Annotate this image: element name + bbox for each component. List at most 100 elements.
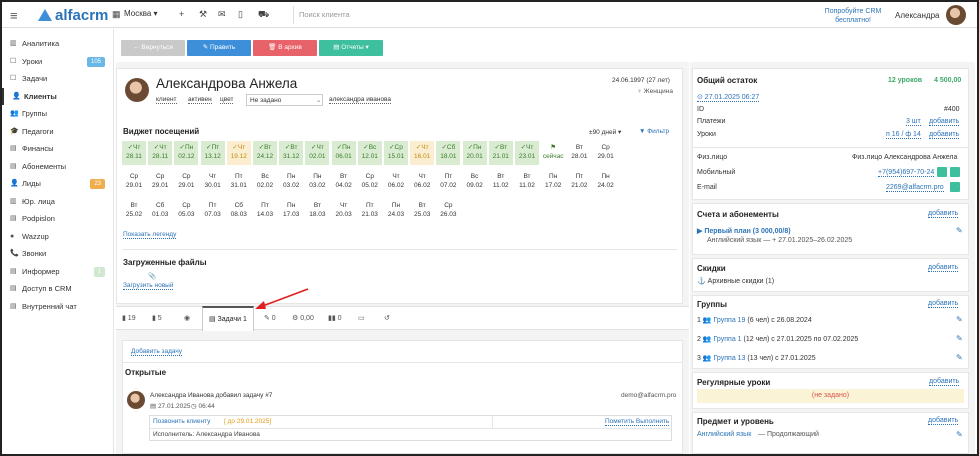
mail-icon[interactable]: ✉ — [218, 9, 226, 20]
visit-cell[interactable]: ✓Ср 15.01 — [384, 141, 408, 165]
visit-cell[interactable]: ⚑ сейчас — [541, 141, 565, 165]
visit-cell[interactable]: ✓Чт 28.11 — [122, 141, 146, 165]
visit-cell[interactable]: Вт 04.02 — [332, 170, 356, 194]
plan-link[interactable]: ▶ Первый план (3 000,00/8) — [697, 227, 791, 235]
visit-cell[interactable]: Пт 14.03 — [253, 199, 277, 223]
sidebar-item[interactable]: 📞 Звонки — [2, 245, 113, 263]
tag-active[interactable]: активен — [188, 96, 212, 104]
visit-cell[interactable]: ✓Вт 24.12 — [253, 141, 277, 165]
visit-cell[interactable]: Сб 08.03 — [227, 199, 251, 223]
archive-discounts-link[interactable]: ⚓ Архивные скидки (1) — [697, 277, 774, 285]
pencil-icon[interactable]: ✎ — [956, 353, 963, 362]
visit-cell[interactable]: Вт 11.02 — [489, 170, 513, 194]
visit-cell[interactable]: ✓Пн 20.01 — [462, 141, 487, 165]
subs-add-link[interactable]: добавить — [928, 210, 959, 218]
discounts-add-link[interactable]: добавить — [928, 264, 959, 272]
calendar-icon[interactable]: ▦ — [112, 9, 121, 20]
payments-value[interactable]: 3 шт — [906, 118, 921, 126]
visit-cell[interactable]: ✓Чт 23.01 — [515, 141, 539, 165]
cart-icon[interactable]: ⛟ — [258, 9, 269, 21]
sidebar-item[interactable]: ▤ Внутренний чат — [2, 298, 113, 316]
visit-cell[interactable]: Пт 07.02 — [436, 170, 460, 194]
visit-cell[interactable]: ✓Чт 02.01 — [305, 141, 330, 165]
sidebar-item[interactable]: ▤ Доступ в CRM — [2, 280, 113, 298]
visit-cell[interactable]: ✓Чт 16.01 — [410, 141, 435, 165]
visit-cell[interactable]: Ср 29.01 — [594, 141, 618, 165]
reports-button[interactable]: ▤ Отчеты ▾ — [319, 40, 383, 56]
visit-cell[interactable]: ✓Пт 13.12 — [200, 141, 225, 165]
visit-cell[interactable]: Ср 29.01 — [148, 170, 172, 194]
promo-link[interactable]: Попробуйте CRM бесплатно! — [822, 7, 884, 25]
show-legend-link[interactable]: Показать легенду — [123, 231, 177, 239]
email-send-icon[interactable] — [950, 182, 960, 192]
visit-cell[interactable]: Чт 06.02 — [410, 170, 434, 194]
group-link[interactable]: Группа 19 — [714, 317, 746, 324]
sidebar-item[interactable]: ▥ Аналитика — [2, 35, 113, 53]
tab-tasks[interactable]: ▤ Задачи 1 — [202, 306, 254, 331]
visit-cell[interactable]: Пт 07.03 — [201, 199, 225, 223]
period-select[interactable]: ±90 дней ▾ — [589, 128, 621, 136]
visit-cell[interactable]: ✓Чт 28.11 — [148, 141, 173, 165]
email-value[interactable]: 2269@alfacrm.pro — [886, 184, 944, 192]
lessons-value[interactable]: п 16 / ф 14 — [886, 131, 921, 139]
logo[interactable]: alfacrm — [38, 7, 108, 24]
visit-cell[interactable]: ✓Вт 21.01 — [488, 141, 513, 165]
subject-name[interactable]: Английский язык — [697, 431, 751, 438]
upload-link[interactable]: Загрузить новый — [123, 282, 174, 290]
visit-cell[interactable]: Ср 29.01 — [122, 170, 146, 194]
sidebar-item[interactable]: ▤ Финансы — [2, 140, 113, 158]
sidebar-item[interactable]: 🎓 Педагоги — [2, 123, 113, 141]
visit-cell[interactable]: Пн 24.03 — [384, 199, 408, 223]
visit-cell[interactable]: Ср 29.01 — [174, 170, 198, 194]
tag-color[interactable]: цвет — [220, 96, 234, 104]
city-select[interactable]: Москва ▾ — [124, 9, 158, 18]
mobile-value[interactable]: +7(954)697-70-24 — [878, 169, 935, 177]
regular-add-link[interactable]: добавить — [929, 378, 960, 386]
visit-cell[interactable]: Пн 17.03 — [279, 199, 303, 223]
visit-cell[interactable]: Пт 31.01 — [227, 170, 251, 194]
tab-history[interactable]: ↺ — [384, 307, 390, 330]
visit-cell[interactable]: Чт 06.02 — [384, 170, 408, 194]
visit-cell[interactable]: Вт 18.03 — [305, 199, 329, 223]
sidebar-item[interactable]: ▤ Podpislon — [2, 210, 113, 228]
filter-button[interactable]: ▼ Фильтр — [639, 128, 669, 135]
tab-chat[interactable]: ◉ — [184, 307, 190, 330]
visit-cell[interactable]: Чт 30.01 — [201, 170, 225, 194]
visit-cell[interactable]: Пн 17.02 — [541, 170, 565, 194]
visit-cell[interactable]: Ср 26.03 — [436, 199, 460, 223]
archive-button[interactable]: 🗑 В архив — [253, 40, 317, 56]
visit-cell[interactable]: Вт 28.01 — [567, 141, 591, 165]
visit-cell[interactable]: Пн 24.02 — [594, 170, 618, 194]
visit-cell[interactable]: ✓Пн 06.01 — [331, 141, 356, 165]
visit-cell[interactable]: ✓Сб 18.01 — [436, 141, 461, 165]
groups-add-link[interactable]: добавить — [928, 300, 959, 308]
sidebar-item[interactable]: ▤ Информер 1 — [2, 263, 113, 281]
mark-done-link[interactable]: Пометить Выполнить — [605, 418, 670, 426]
visit-cell[interactable]: Вт 11.02 — [515, 170, 539, 194]
tab-docs[interactable]: ▭ — [358, 307, 365, 330]
menu-icon[interactable]: ≡ — [10, 8, 18, 23]
visit-cell[interactable]: ✓Чт 19.12 — [226, 141, 251, 165]
pencil-icon[interactable]: ✎ — [956, 226, 963, 235]
search-input[interactable]: Поиск клиента — [293, 6, 623, 24]
balance-date[interactable]: ⊙ 27.01.2025 06:27 — [697, 93, 760, 102]
visit-cell[interactable]: Пн 03.02 — [305, 170, 329, 194]
visit-cell[interactable]: Вт 25.03 — [410, 199, 434, 223]
sms-icon[interactable] — [937, 167, 947, 177]
group-link[interactable]: Группа 13 — [714, 355, 746, 362]
visit-cell[interactable]: Пт 21.02 — [567, 170, 591, 194]
phone-icon[interactable]: ▯ — [238, 9, 243, 20]
pencil-icon[interactable]: ✎ — [956, 315, 963, 324]
call-icon[interactable] — [950, 167, 960, 177]
visit-cell[interactable]: Вс 09.02 — [463, 170, 487, 194]
sidebar-item[interactable]: ▤ Абонементы — [2, 158, 113, 176]
visit-cell[interactable]: ✓Пн 02.12 — [174, 141, 199, 165]
task-title[interactable]: Позвонить клиенту — [153, 418, 210, 425]
visit-cell[interactable]: Сб 01.03 — [148, 199, 172, 223]
lessons-add-link[interactable]: добавить — [929, 131, 960, 139]
sidebar-item[interactable]: 👥 Группы — [2, 105, 113, 123]
subject-add-link[interactable]: добавить — [928, 417, 959, 425]
tab-messages[interactable]: ▮ 19 — [122, 307, 136, 330]
visit-cell[interactable]: ✓Вт 31.12 — [279, 141, 304, 165]
visit-cell[interactable]: Чт 20.03 — [332, 199, 356, 223]
